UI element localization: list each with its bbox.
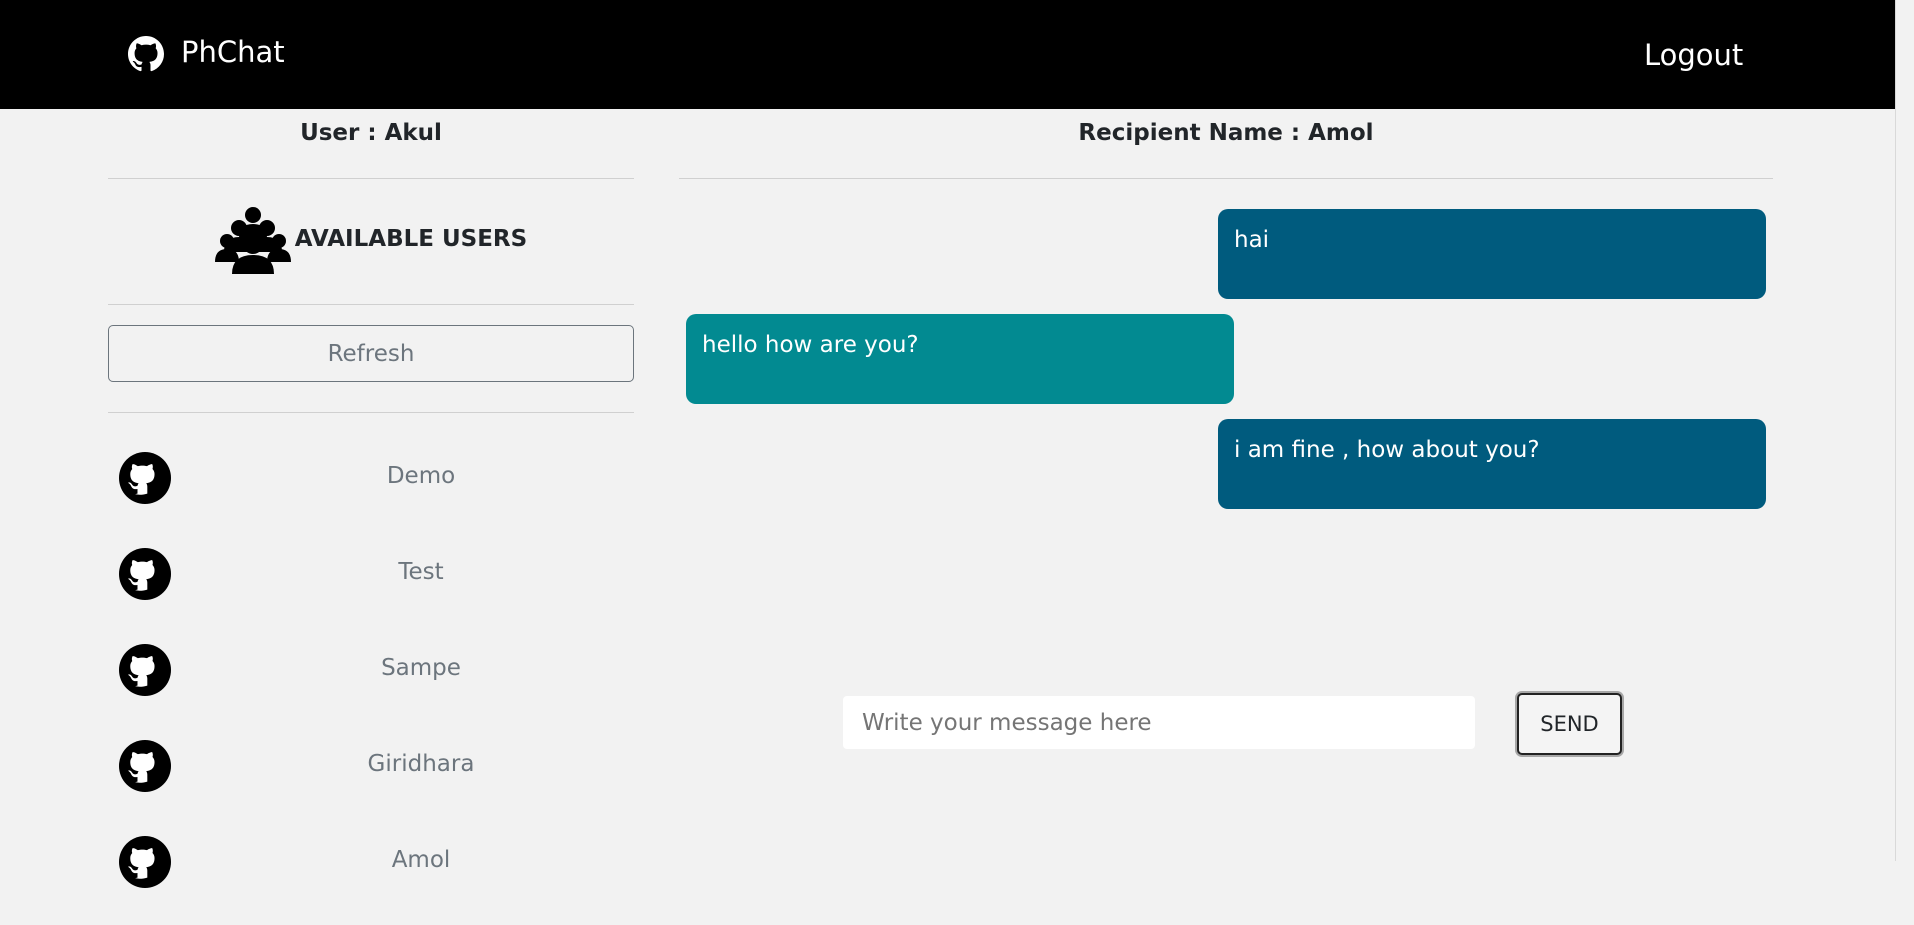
vertical-scrollbar[interactable] <box>1895 0 1914 861</box>
sent-message: i am fine , how about you? <box>1218 419 1766 509</box>
available-users-header: AVAILABLE USERS <box>108 204 634 274</box>
sent-message: hai <box>1218 209 1766 299</box>
divider <box>108 178 634 179</box>
user-list-item[interactable]: Giridhara <box>108 733 634 829</box>
user-name: Demo <box>386 463 456 489</box>
github-icon <box>119 740 171 792</box>
divider <box>108 304 634 305</box>
users-group-icon <box>214 207 291 274</box>
user-name: Test <box>398 559 444 585</box>
current-user-title: User : Akul <box>300 120 442 146</box>
user-name: Giridhara <box>367 751 475 777</box>
github-icon <box>119 452 171 504</box>
divider <box>679 178 1773 179</box>
available-users-label: AVAILABLE USERS <box>294 226 528 252</box>
refresh-button[interactable]: Refresh <box>108 325 634 382</box>
message-input[interactable] <box>843 696 1475 749</box>
send-button[interactable]: SEND <box>1517 693 1622 755</box>
github-icon <box>119 644 171 696</box>
divider <box>108 412 634 413</box>
github-icon <box>128 36 164 72</box>
user-list-item[interactable]: Sampe <box>108 637 634 733</box>
user-name: Sampe <box>381 655 461 681</box>
github-icon <box>119 548 171 600</box>
user-list-item[interactable]: Amol <box>108 829 634 925</box>
received-message: hello how are you? <box>686 314 1234 404</box>
user-list-item[interactable]: Demo <box>108 445 634 541</box>
user-list: Demo Test Sampe Giridhara Amol <box>108 445 634 925</box>
github-icon <box>119 836 171 888</box>
recipient-title: Recipient Name : Amol <box>1078 120 1374 146</box>
logout-link[interactable]: Logout <box>1644 38 1743 72</box>
user-name: Amol <box>391 847 451 873</box>
brand-name: PhChat <box>181 35 285 69</box>
brand[interactable]: PhChat <box>128 32 285 72</box>
navbar: PhChat Logout <box>0 0 1914 109</box>
user-list-item[interactable]: Test <box>108 541 634 637</box>
